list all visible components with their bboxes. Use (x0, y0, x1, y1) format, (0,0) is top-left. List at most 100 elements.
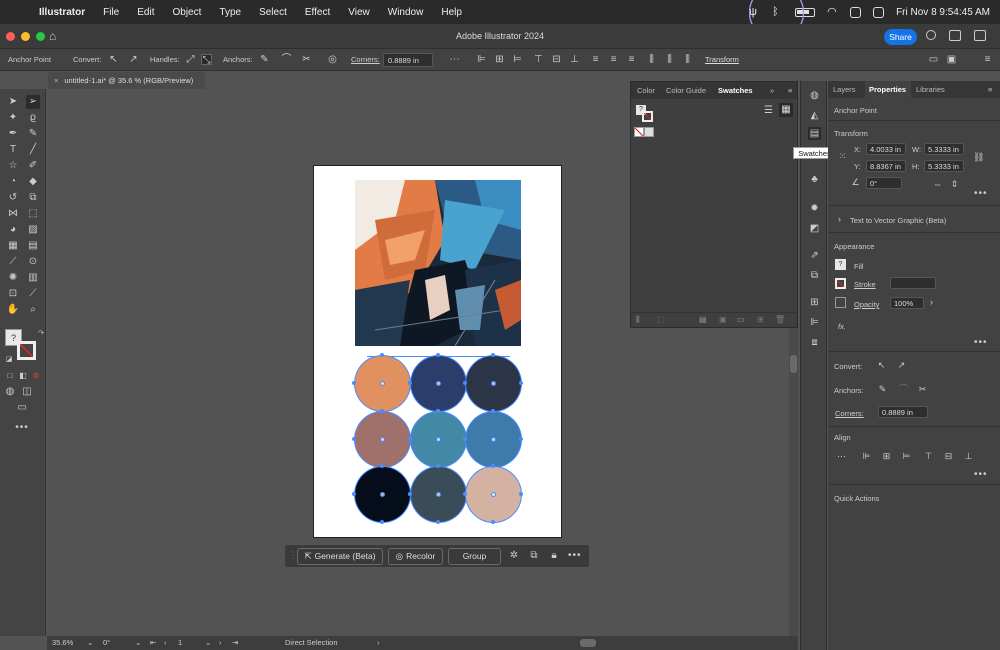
y-field[interactable]: 8.8367 in (866, 160, 906, 172)
align-middle-icon[interactable]: ⊟ (943, 451, 954, 462)
arrange-documents-icon[interactable] (949, 30, 961, 41)
corners-label[interactable]: Corners: (835, 409, 864, 418)
menu-edit[interactable]: Edit (128, 7, 163, 18)
drag-handle-icon[interactable]: ⋮ (288, 550, 298, 562)
intertwine-icon[interactable]: ✲ (508, 550, 520, 562)
properties-menu-icon[interactable]: ≡ (988, 81, 992, 98)
menu-effect[interactable]: Effect (296, 7, 339, 18)
opacity-label[interactable]: Opacity (854, 300, 879, 309)
menu-object[interactable]: Object (163, 7, 210, 18)
share-button[interactable]: Share (884, 29, 917, 45)
cut-path-icon[interactable]: ✂ (301, 54, 312, 65)
artboard-tool-icon[interactable]: ⊡ (6, 287, 20, 301)
zoom-dropdown-icon[interactable]: ⌄ (87, 636, 93, 650)
eraser-tool-icon[interactable]: ◆ (26, 175, 40, 189)
align-center-icon[interactable]: ⊞ (881, 451, 892, 462)
w-field[interactable]: 5.3333 in (924, 143, 964, 155)
drawing-mode-icon[interactable]: ◍ (3, 385, 17, 399)
artboard-number[interactable]: 1 (178, 636, 182, 650)
status-arrow-icon[interactable]: › (377, 636, 380, 650)
workspace-switcher-icon[interactable] (974, 30, 986, 41)
tab-swatches[interactable]: Swatches (718, 82, 753, 99)
rotation-dropdown-icon[interactable]: ⌄ (135, 636, 141, 650)
align-bottom-icon[interactable]: ⊥ (569, 54, 580, 65)
corners-field[interactable]: 0.8889 in (383, 53, 433, 67)
fill-swatch-icon[interactable]: ? (835, 259, 846, 270)
type-tool-icon[interactable]: T (6, 143, 20, 157)
flip-vertical-icon[interactable]: ⇕ (949, 179, 960, 190)
first-artboard-icon[interactable]: ⇤ (150, 636, 156, 650)
align-middle-icon[interactable]: ⊟ (551, 54, 562, 65)
hide-handles-icon[interactable]: ⤡ (201, 54, 212, 66)
color-group-icon[interactable]: ▣ (719, 315, 727, 324)
stroke-label[interactable]: Stroke (854, 280, 876, 289)
corners-label[interactable]: Corners: (351, 49, 380, 71)
selection-tool-icon[interactable]: ➤ (6, 95, 20, 109)
text-to-vector-label[interactable]: Text to Vector Graphic (Beta) (850, 216, 946, 225)
group-button[interactable]: Group (448, 548, 501, 565)
anchor-node[interactable] (380, 353, 384, 357)
swatches-panel-icon[interactable]: ▤ (808, 127, 821, 140)
opacity-field[interactable]: 100% (890, 297, 924, 309)
align-top-icon[interactable]: ⊤ (923, 451, 934, 462)
anchor-node[interactable] (407, 436, 412, 441)
connect-anchor-icon[interactable]: ⌒ (281, 54, 292, 65)
anchor-point[interactable] (491, 492, 496, 497)
anchor-node[interactable] (435, 520, 440, 524)
anchor-node[interactable] (380, 464, 384, 468)
align-panel-icon[interactable]: ⊫ (808, 316, 821, 329)
align-left-icon[interactable]: ⊫ (861, 451, 872, 462)
pathfinder-panel-icon[interactable]: ⧈ (808, 336, 821, 349)
anchor-point[interactable] (491, 381, 496, 386)
transform-more-icon[interactable]: ••• (974, 188, 988, 199)
flip-horizontal-icon[interactable]: ⇔ (932, 179, 943, 190)
generate-beta-button[interactable]: ⇱ Generate (Beta) (297, 548, 383, 565)
align-to-icon[interactable]: ⋯ (836, 451, 847, 462)
x-field[interactable]: 4.0033 in (866, 143, 906, 155)
swatch-none[interactable] (634, 127, 644, 137)
swatch-libraries-icon[interactable]: ⫼ (636, 315, 640, 325)
gradient-tool-icon[interactable]: ▤ (26, 239, 40, 253)
star-tool-icon[interactable]: ☆ (6, 159, 20, 173)
anchor-point[interactable] (491, 436, 496, 442)
align-right-icon[interactable]: ⊨ (512, 54, 523, 65)
anchor-node[interactable] (463, 381, 467, 385)
h-field[interactable]: 5.3333 in (924, 160, 964, 172)
show-handles-icon[interactable]: ⤢ (185, 54, 196, 65)
horizontal-scroll-thumb[interactable] (580, 639, 596, 647)
anchor-node[interactable] (519, 381, 523, 385)
anchor-node[interactable] (407, 381, 412, 385)
curvature-tool-icon[interactable]: ✎ (26, 127, 40, 141)
tab-properties[interactable]: Properties (865, 81, 911, 98)
anchor-node[interactable] (491, 353, 495, 357)
menu-window[interactable]: Window (379, 7, 433, 18)
appearance-more-icon[interactable]: ••• (974, 337, 988, 348)
color-circle[interactable] (355, 411, 410, 467)
next-artboard-icon[interactable]: › (219, 636, 222, 650)
line-tool-icon[interactable]: ╱ (26, 143, 40, 157)
direct-selection-tool-icon[interactable]: ➢ (26, 95, 40, 109)
color-panel-icon[interactable]: ◍ (808, 89, 821, 102)
arrange-panels-icon[interactable]: ▭ (928, 54, 939, 65)
recolor-button[interactable]: ◎ Recolor (388, 548, 443, 565)
menu-type[interactable]: Type (210, 7, 250, 18)
anchor-node[interactable] (519, 492, 523, 496)
new-swatch-icon[interactable]: ⊞ (757, 315, 764, 324)
anchor-node[interactable] (380, 520, 384, 524)
align-bottom-icon[interactable]: ⊥ (963, 451, 974, 462)
zoom-level[interactable]: 35.6% (52, 636, 73, 650)
color-circle[interactable] (466, 411, 521, 467)
width-tool-icon[interactable]: ⋈ (6, 207, 20, 221)
anchor-node[interactable] (435, 353, 440, 357)
graph-tool-icon[interactable]: ▥ (26, 271, 40, 285)
swatches-menu-icon[interactable]: ≡ (788, 82, 792, 99)
swap-fill-stroke-icon[interactable]: ↷ (34, 327, 48, 341)
slice-tool-icon[interactable]: ⟋ (26, 287, 40, 301)
rotate-angle-field[interactable]: 0° (866, 177, 902, 189)
anchor-node[interactable] (380, 408, 384, 413)
align-more-icon[interactable]: ••• (974, 469, 988, 480)
close-tab-icon[interactable]: × (54, 76, 58, 85)
menu-view[interactable]: View (339, 7, 379, 18)
distribute-bottom-icon[interactable]: ≡ (626, 54, 637, 65)
color-circle[interactable] (466, 356, 521, 411)
